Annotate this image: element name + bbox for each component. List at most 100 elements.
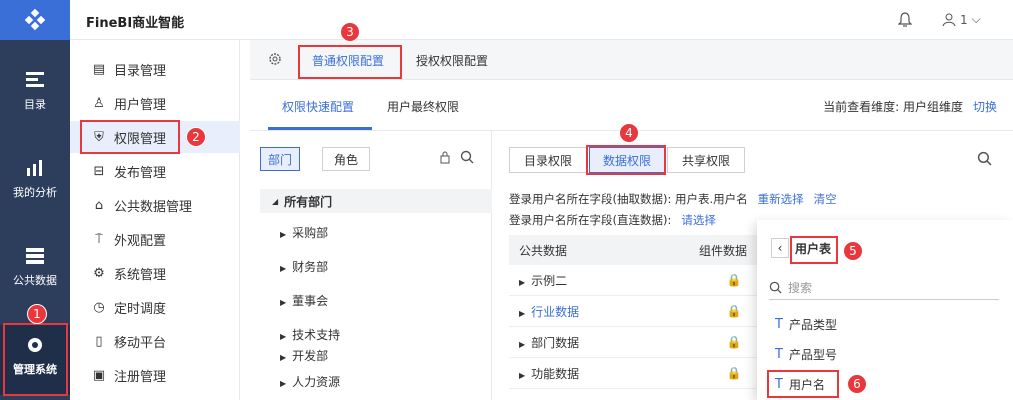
user-name: 1: [960, 12, 968, 27]
text-field-icon: T: [775, 347, 783, 362]
field-search[interactable]: 搜索: [769, 276, 999, 300]
catalog-icon: [26, 72, 44, 87]
clock-icon: ◷: [93, 299, 105, 315]
logo-icon: [24, 9, 46, 31]
tree-node[interactable]: ▶ 技术支持: [280, 326, 340, 343]
caret-right-icon: ▶: [280, 353, 287, 362]
settings-icon[interactable]: [268, 52, 282, 69]
tab-quick-config[interactable]: 权限快速配置: [282, 98, 354, 115]
tree-node-label: 董事会: [292, 294, 329, 308]
segment-role[interactable]: 角色: [322, 147, 370, 171]
row-name: 示例二: [531, 273, 568, 288]
nav-public-data[interactable]: 公共数据: [0, 246, 70, 288]
lock-filter-icon[interactable]: [438, 150, 452, 167]
chart-icon: [27, 160, 42, 176]
menu-registration[interactable]: ▣ 注册管理: [70, 359, 240, 391]
tree-node-label: 财务部: [292, 260, 329, 274]
table-row[interactable]: ▶ 部门数据 🔒: [509, 327, 759, 358]
caret-right-icon: ▶: [519, 339, 526, 349]
brand-title: FineBI商业智能: [86, 16, 185, 31]
reselect-link[interactable]: 重新选择: [758, 192, 804, 206]
menu-label: 发布管理: [114, 165, 167, 181]
field-label: 产品型号: [788, 348, 837, 362]
direct-field-info: 登录用户名所在字段(直连数据): 请选择: [509, 212, 716, 228]
org-tree-pane: 部门 角色 ◢ 所有部门 ▶ 采购部 ▶ 财务部 ▶ 董事会 ▶ 技术支持 ▶ 开发部 ▶…: [250, 131, 492, 400]
menu-catalog-management[interactable]: ▤ 目录管理: [70, 53, 240, 85]
menu-public-data-management[interactable]: ⌂ 公共数据管理: [70, 189, 240, 221]
field-item[interactable]: T 产品型号: [775, 346, 837, 363]
caret-right-icon: ▶: [519, 308, 526, 318]
menu-appearance[interactable]: ⍑ 外观配置: [70, 223, 240, 255]
table-row[interactable]: ▶ 示例二 🔒: [509, 265, 759, 296]
menu-label: 注册管理: [114, 369, 167, 385]
segment-department[interactable]: 部门: [260, 147, 300, 171]
caret-right-icon: ▶: [280, 332, 287, 341]
tree-node[interactable]: ▶ 董事会: [280, 292, 328, 309]
menu-label: 系统管理: [114, 267, 167, 283]
nav-public-data-label: 公共数据: [13, 274, 57, 287]
nav-my-analysis-label: 我的分析: [13, 186, 57, 199]
menu-publish-management[interactable]: ⊟ 发布管理: [70, 155, 240, 187]
table-row[interactable]: ▶ 行业数据 🔒: [509, 296, 759, 327]
step-badge-6: 6: [847, 374, 867, 394]
lock-icon: 🔒: [726, 273, 742, 287]
highlight-box-3: [298, 45, 402, 79]
step-badge-1: 1: [27, 304, 47, 324]
back-arrow-icon[interactable]: ‹: [771, 238, 789, 258]
app-logo[interactable]: [0, 0, 70, 40]
tree-node[interactable]: ▶ 财务部: [280, 258, 328, 275]
extract-field-info: 登录用户名所在字段(抽取数据): 用户表.用户名 重新选择 清空: [509, 191, 837, 207]
nav-catalog[interactable]: 目录: [0, 70, 70, 112]
row-name: 行业数据: [531, 304, 580, 319]
dimension-info: 当前查看维度: 用户组维度 切换: [823, 98, 997, 115]
bell-icon[interactable]: [897, 12, 913, 31]
direct-field-text: 登录用户名所在字段(直连数据):: [509, 213, 672, 227]
nav-catalog-label: 目录: [24, 98, 46, 111]
search-icon[interactable]: [977, 151, 992, 169]
tree-root-all-departments[interactable]: ◢ 所有部门: [260, 189, 492, 213]
caret-right-icon: ▶: [280, 379, 287, 388]
highlight-box-6: [767, 370, 839, 398]
list-icon: ▤: [92, 61, 106, 77]
column-header: 公共数据: [519, 243, 568, 258]
menu-user-management[interactable]: ♙ 用户管理: [70, 87, 240, 119]
lock-icon: 🔒: [726, 304, 742, 318]
tab-share-permission[interactable]: 共享权限: [667, 147, 745, 173]
lock-icon: 🔒: [726, 335, 742, 349]
search-icon[interactable]: [460, 150, 474, 167]
caret-right-icon: ▶: [519, 277, 526, 287]
tab-user-final-permission[interactable]: 用户最终权限: [387, 98, 459, 115]
extract-field-text: 登录用户名所在字段(抽取数据): 用户表.用户名: [509, 192, 748, 206]
caret-right-icon: ▶: [280, 298, 287, 307]
menu-label: 用户管理: [114, 97, 167, 113]
user-menu[interactable]: 1 ⌵: [942, 12, 981, 27]
step-badge-2: 2: [186, 127, 206, 147]
clear-link[interactable]: 清空: [814, 192, 837, 206]
menu-schedule[interactable]: ◷ 定时调度: [70, 291, 240, 323]
select-link[interactable]: 请选择: [681, 213, 716, 227]
nav-my-analysis[interactable]: 我的分析: [0, 158, 70, 200]
menu-system-management[interactable]: ⚙ 系统管理: [70, 257, 240, 289]
register-icon: ▣: [92, 367, 106, 383]
switch-link[interactable]: 切换: [973, 100, 997, 114]
tab-catalog-permission[interactable]: 目录权限: [509, 147, 587, 173]
field-label: 产品类型: [788, 318, 837, 332]
tree-node[interactable]: ▶ 开发部: [280, 347, 328, 364]
brush-icon: ⍑: [95, 231, 103, 247]
step-badge-3: 3: [340, 22, 360, 42]
menu-label: 公共数据管理: [114, 199, 193, 215]
tree-node[interactable]: ▶ 人力资源: [280, 373, 340, 390]
menu-label: 定时调度: [114, 301, 167, 317]
gear-icon: ⚙: [93, 265, 105, 281]
tree-node[interactable]: ▶ 采购部: [280, 224, 328, 241]
field-item[interactable]: T 产品类型: [775, 316, 837, 333]
tab-grant-permission[interactable]: 授权权限配置: [416, 52, 488, 69]
phone-icon: ▯: [95, 333, 103, 349]
menu-mobile-platform[interactable]: ▯ 移动平台: [70, 325, 240, 357]
menu-label: 外观配置: [114, 233, 167, 249]
search-icon: [769, 281, 782, 294]
publish-icon: ⊟: [93, 163, 105, 179]
table-row[interactable]: ▶ 功能数据 🔒: [509, 358, 759, 389]
lock-icon: 🔒: [726, 366, 742, 380]
highlight-box-5: [790, 236, 838, 264]
